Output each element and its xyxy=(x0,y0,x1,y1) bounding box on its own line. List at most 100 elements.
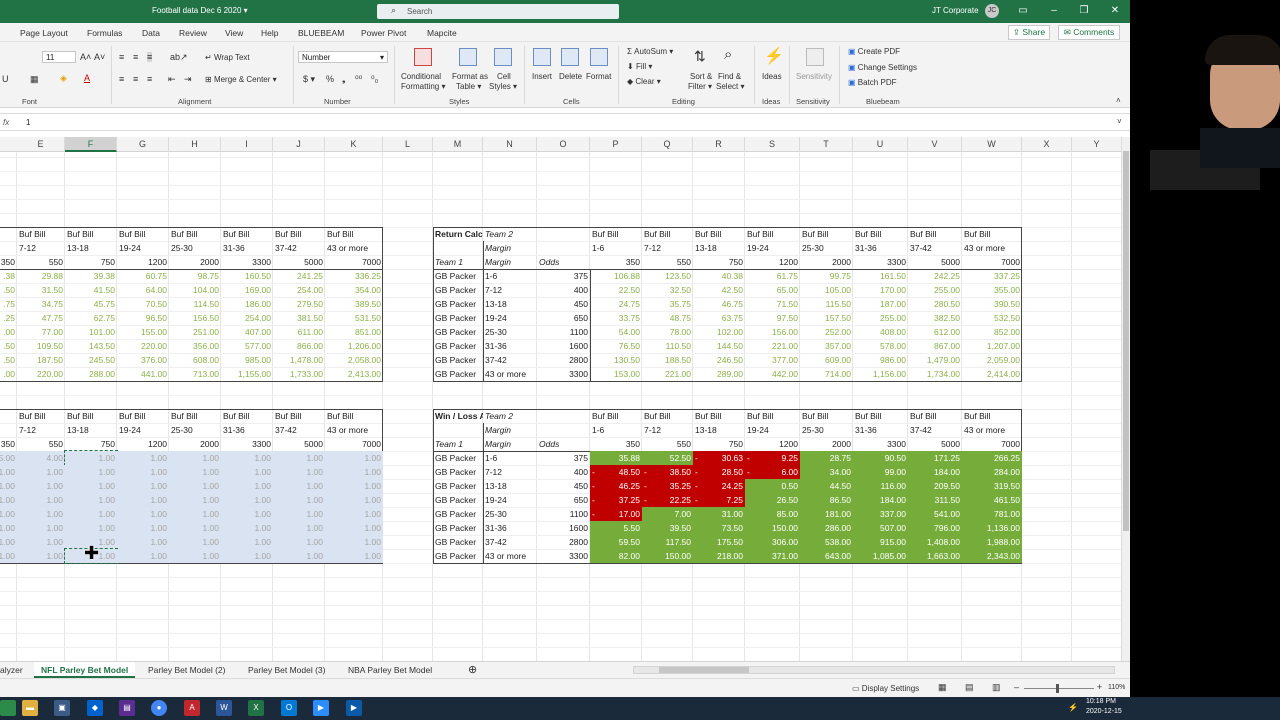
return-cell[interactable]: 42.50 xyxy=(693,283,745,297)
bet-amount-cell[interactable]: 1.00 xyxy=(17,465,65,479)
odds-header[interactable]: 750 xyxy=(693,255,745,269)
win-cell[interactable]: 150.00 xyxy=(745,521,800,535)
find-select-button[interactable]: Find & xyxy=(718,72,741,81)
return-cell[interactable]: 115.50 xyxy=(800,297,853,311)
return-cell[interactable]: 1,734.00 xyxy=(908,367,962,381)
return-cell[interactable]: 531.50 xyxy=(325,311,383,325)
win-cell[interactable]: 82.00 xyxy=(590,549,642,563)
column-header-y[interactable]: Y xyxy=(1072,137,1122,152)
odds-header[interactable]: 7000 xyxy=(325,437,383,451)
margin-header[interactable]: 1-6 xyxy=(590,241,642,255)
team-2-header[interactable]: Buf Bill xyxy=(117,409,169,423)
decrease-decimal-icon[interactable]: ⁰₀ xyxy=(371,74,378,85)
win-cell[interactable]: 1,663.00 xyxy=(908,549,962,563)
return-cell[interactable]: 381.50 xyxy=(273,311,325,325)
return-cell[interactable]: 32.50 xyxy=(642,283,693,297)
margin-header[interactable]: 19-24 xyxy=(745,423,800,437)
loss-cell[interactable]: -30.63 xyxy=(693,451,745,465)
margin-label[interactable]: Margin xyxy=(483,241,537,255)
bet-amount-cell[interactable]: 1.00 xyxy=(169,479,221,493)
odds-cell[interactable]: 3300 xyxy=(537,549,590,563)
odds-header[interactable]: 750 xyxy=(65,437,117,451)
return-cell[interactable]: 60.75 xyxy=(117,269,169,283)
insert-button[interactable]: Insert xyxy=(532,72,552,81)
percent-icon[interactable]: % xyxy=(326,74,334,84)
return-cell[interactable]: 289.00 xyxy=(693,367,745,381)
margin-header[interactable]: 1-6 xyxy=(590,423,642,437)
loss-cell[interactable]: -35.25 xyxy=(642,479,693,493)
bet-amount-cell[interactable]: 1.00 xyxy=(17,549,65,563)
margin-header[interactable]: 13-18 xyxy=(65,241,117,255)
return-cell[interactable]: 24.75 xyxy=(590,297,642,311)
team-2-header[interactable]: Buf Bill xyxy=(590,227,642,241)
return-cell[interactable]: 48.75 xyxy=(642,311,693,325)
return-cell[interactable]: 71.50 xyxy=(745,297,800,311)
return-cell[interactable]: 114.50 xyxy=(169,297,221,311)
return-cell[interactable]: 65.00 xyxy=(745,283,800,297)
search-box[interactable]: ⌕ Search xyxy=(377,4,619,19)
team-2-header[interactable]: Buf Bill xyxy=(325,227,383,241)
bet-amount-cell[interactable]: 1.00 xyxy=(273,451,325,465)
bet-amount-cell[interactable]: 1.00 xyxy=(0,465,17,479)
team-2-header[interactable]: Buf Bill xyxy=(642,227,693,241)
margin-header[interactable]: 31-36 xyxy=(221,423,273,437)
sheet-tab-parley-3[interactable]: Parley Bet Model (3) xyxy=(241,662,332,678)
odds-cell[interactable]: 400 xyxy=(537,283,590,297)
return-cell[interactable]: 357.00 xyxy=(800,339,853,353)
column-header-f[interactable]: F xyxy=(65,137,117,152)
bet-amount-cell[interactable]: 1.00 xyxy=(325,549,383,563)
win-cell[interactable]: 0.50 xyxy=(745,479,800,493)
margin-cell[interactable]: 1-6 xyxy=(483,451,537,465)
team-1-cell[interactable]: GB Packer xyxy=(433,507,483,521)
normal-view-icon[interactable]: ▦ xyxy=(938,682,947,693)
formula-value[interactable]: 1 xyxy=(26,118,30,127)
odds-cell[interactable]: 2800 xyxy=(537,535,590,549)
margin-cell[interactable]: 37-42 xyxy=(483,535,537,549)
column-header-g[interactable]: G xyxy=(117,137,169,152)
restore-icon[interactable]: ❐ xyxy=(1076,3,1092,19)
team-2-header[interactable]: Buf Bill xyxy=(693,409,745,423)
column-header-i[interactable]: I xyxy=(221,137,273,152)
win-cell[interactable]: 2,343.00 xyxy=(962,549,1022,563)
minimize-icon[interactable]: – xyxy=(1046,3,1062,19)
loss-cell[interactable]: -48.50 xyxy=(590,465,642,479)
scrollbar-thumb[interactable] xyxy=(659,667,749,673)
shrink-font-icon[interactable]: A˅ xyxy=(94,52,105,62)
win-cell[interactable]: 26.50 xyxy=(745,493,800,507)
bet-amount-cell[interactable]: 1.00 xyxy=(17,507,65,521)
team-2-header[interactable]: Buf Bill xyxy=(325,409,383,423)
team-1-cell[interactable]: GB Packer xyxy=(433,353,483,367)
column-header-t[interactable]: T xyxy=(800,137,853,152)
odds-header[interactable]: 7000 xyxy=(325,255,383,269)
odds-cell[interactable]: 400 xyxy=(537,465,590,479)
return-cell[interactable]: .50 xyxy=(0,339,17,353)
return-cell[interactable]: 255.00 xyxy=(908,283,962,297)
return-cell[interactable]: 532.50 xyxy=(962,311,1022,325)
team-1-cell[interactable]: GB Packer xyxy=(433,479,483,493)
delete-button[interactable]: Delete xyxy=(559,72,582,81)
acrobat-icon[interactable]: A xyxy=(184,700,200,716)
return-cell[interactable]: 389.50 xyxy=(325,297,383,311)
win-cell[interactable]: 371.00 xyxy=(745,549,800,563)
odds-header[interactable]: 5000 xyxy=(273,437,325,451)
margin-cell[interactable]: 13-18 xyxy=(483,297,537,311)
comments-button[interactable]: ✉ Comments xyxy=(1058,25,1120,40)
team-2-header[interactable]: Buf Bill xyxy=(800,409,853,423)
bet-amount-cell[interactable]: 1.00 xyxy=(325,451,383,465)
return-cell[interactable]: 612.00 xyxy=(908,325,962,339)
win-cell[interactable]: 171.25 xyxy=(908,451,962,465)
return-cell[interactable]: 160.50 xyxy=(221,269,273,283)
team-1-cell[interactable]: GB Packer xyxy=(433,339,483,353)
bet-amount-cell[interactable]: 1.00 xyxy=(117,493,169,507)
win-cell[interactable]: 1,136.00 xyxy=(962,521,1022,535)
outlook-icon[interactable]: O xyxy=(281,700,297,716)
win-cell[interactable]: 1,408.00 xyxy=(908,535,962,549)
batch-pdf-button[interactable]: ▣ Batch PDF xyxy=(848,78,896,87)
ribbon-display-icon[interactable]: ▭ xyxy=(1015,3,1031,19)
bet-amount-cell[interactable]: 5.00 xyxy=(0,451,17,465)
margin-header[interactable]: 19-24 xyxy=(117,241,169,255)
win-cell[interactable]: 52.50 xyxy=(642,451,693,465)
win-cell[interactable]: 90.50 xyxy=(853,451,908,465)
odds-header[interactable]: 3300 xyxy=(221,437,273,451)
win-cell[interactable]: 39.50 xyxy=(642,521,693,535)
